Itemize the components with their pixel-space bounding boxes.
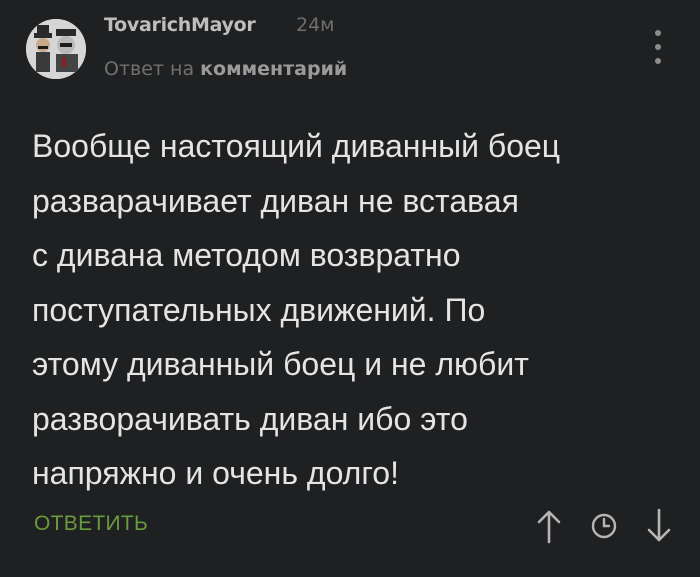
- comment-line: разварачивает диван не вставая: [32, 182, 519, 219]
- comment-body: Вообще настоящий диванный боец разварачи…: [32, 119, 682, 501]
- reply-button[interactable]: ОТВЕТИТЬ: [34, 512, 148, 536]
- avatar[interactable]: [26, 19, 86, 79]
- comment-line: напряжно и очень долго!: [32, 455, 399, 491]
- comment-line: разворачивать диван ибо это: [32, 400, 468, 437]
- more-vertical-icon[interactable]: [652, 30, 664, 64]
- comment-line: с дивана методом возвратно: [32, 237, 461, 273]
- reply-prefix: Ответ на: [104, 58, 195, 80]
- arrow-down-icon[interactable]: [646, 508, 672, 544]
- clock-save-icon[interactable]: [590, 512, 618, 540]
- arrow-up-icon[interactable]: [536, 508, 562, 544]
- comment-actions: [532, 508, 682, 544]
- author-name[interactable]: TovarichMayor: [104, 14, 256, 36]
- reply-target-link[interactable]: комментарий: [200, 58, 347, 80]
- avatar-image: [26, 19, 86, 79]
- comment-line: поступательных движений. По: [32, 291, 486, 328]
- comment-time: 24м: [296, 14, 335, 36]
- comment-card: TovarichMayor 24м Ответ на комментарий В…: [0, 0, 700, 577]
- comment-line: этому диванный боец и не любит: [32, 346, 529, 382]
- reply-to-line: Ответ на комментарий: [104, 58, 347, 80]
- comment-line: Вообще настоящий диванный боец: [32, 128, 561, 164]
